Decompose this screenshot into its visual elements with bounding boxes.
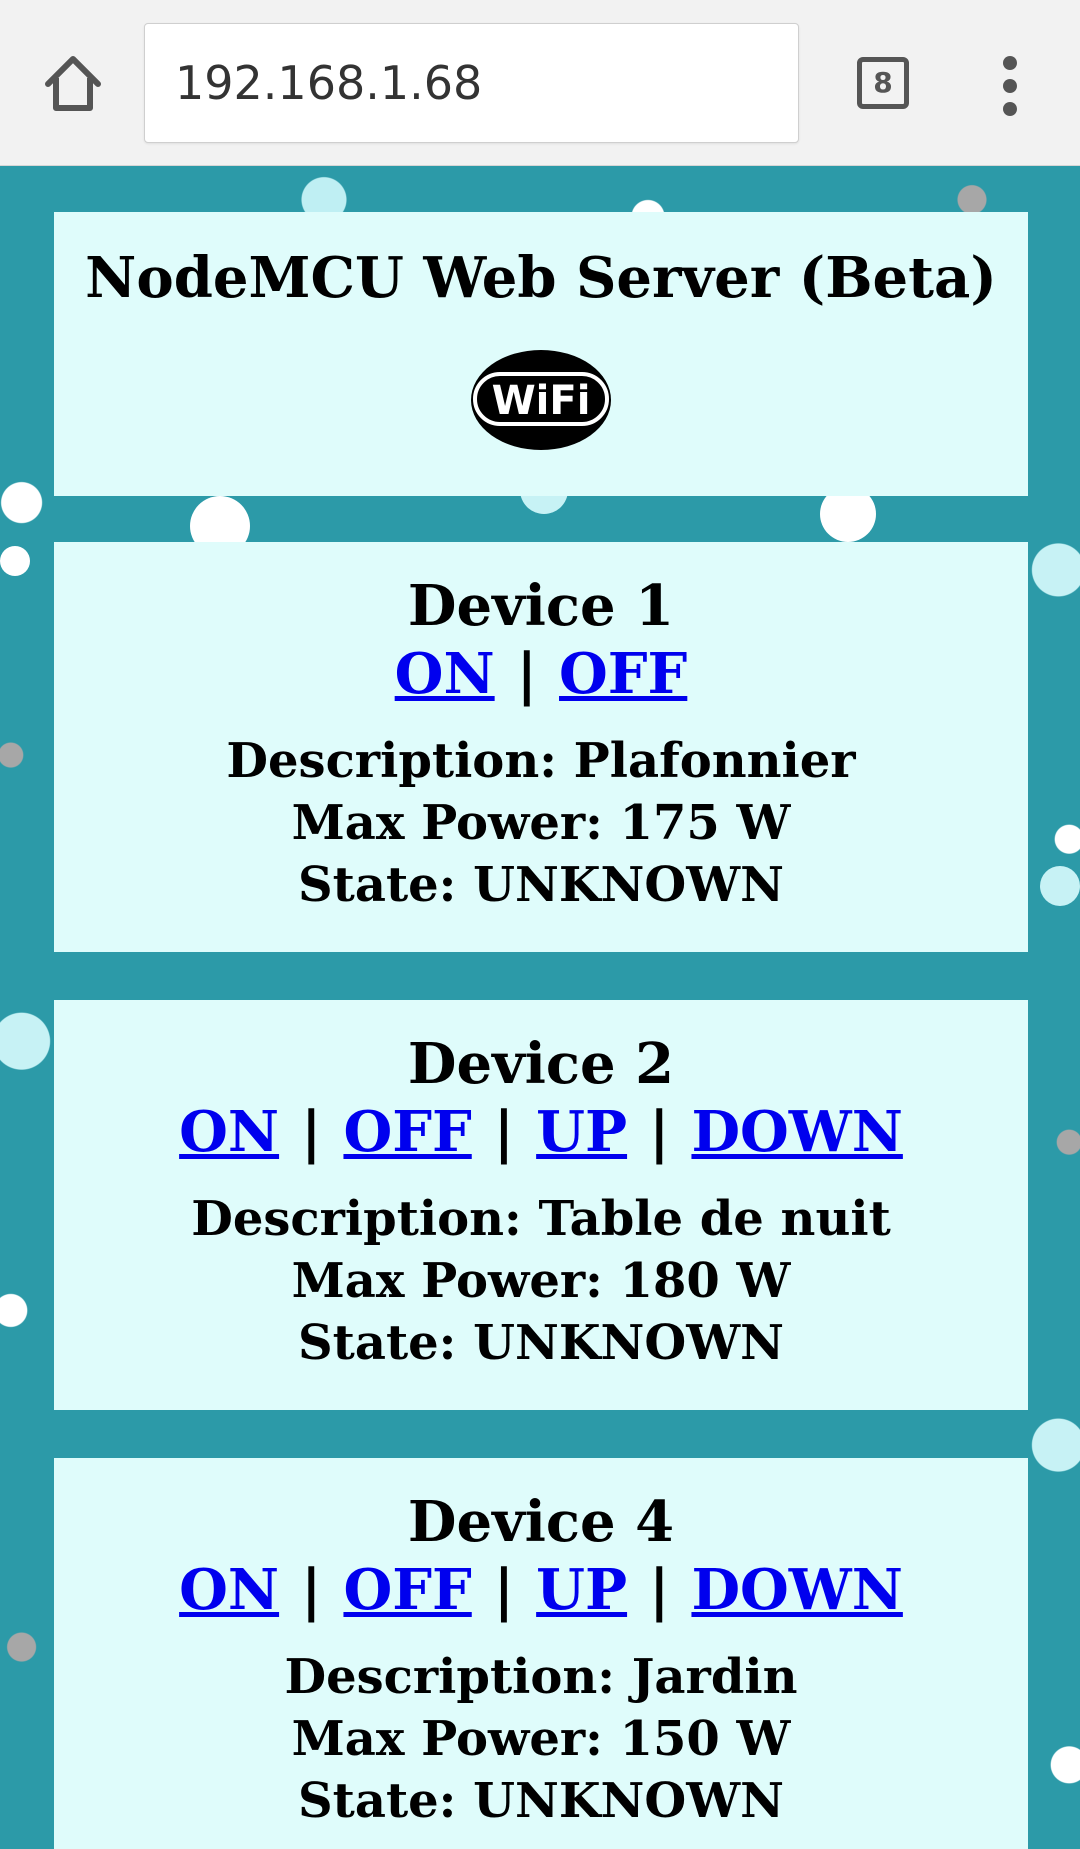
on-link[interactable]: ON — [395, 641, 495, 707]
url-text: 192.168.1.68 — [175, 56, 483, 110]
browser-toolbar: 192.168.1.68 8 — [0, 0, 1080, 166]
device-max-power: Max Power: 180 W — [291, 1253, 791, 1309]
device-description: Description: Plafonnier — [226, 733, 856, 789]
up-link[interactable]: UP — [536, 1099, 627, 1165]
overflow-menu-icon[interactable] — [992, 56, 1032, 116]
wifi-logo-text: WiFi — [492, 378, 591, 424]
control-separator: | — [493, 1099, 515, 1165]
device-name: Device 2 — [407, 1031, 675, 1097]
device-controls: ON | OFF | UP | DOWN — [54, 1556, 1028, 1624]
device-controls: ON | OFF | UP | DOWN — [54, 1098, 1028, 1166]
off-link[interactable]: OFF — [343, 1557, 471, 1623]
control-separator: | — [301, 1099, 322, 1165]
background-dot — [0, 546, 30, 576]
home-icon[interactable] — [40, 50, 106, 116]
tab-switcher-button[interactable]: 8 — [857, 57, 909, 109]
off-link[interactable]: OFF — [343, 1099, 471, 1165]
background-dot — [1040, 866, 1080, 906]
device-controls: ON | OFF — [54, 640, 1028, 708]
address-bar[interactable]: 192.168.1.68 — [144, 23, 799, 143]
header-card: NodeMCU Web Server (Beta) WiFi — [54, 212, 1028, 496]
device-name: Device 1 — [407, 573, 675, 639]
up-link[interactable]: UP — [536, 1557, 627, 1623]
device-state: State: UNKNOWN — [298, 1315, 784, 1371]
control-separator: | — [649, 1557, 670, 1623]
off-link[interactable]: OFF — [559, 641, 687, 707]
on-link[interactable]: ON — [179, 1557, 279, 1623]
device-card: Device 2 ON | OFF | UP | DOWN Description: Tab… — [54, 1000, 1028, 1410]
device-card: Device 4 ON | OFF | UP | DOWN Description: Jar… — [54, 1458, 1028, 1849]
down-link[interactable]: DOWN — [691, 1099, 902, 1165]
control-separator: | — [649, 1099, 670, 1165]
control-separator: | — [301, 1557, 322, 1623]
wifi-icon: WiFi — [54, 348, 1028, 452]
device-name: Device 4 — [407, 1489, 675, 1555]
device-description: Description: Table de nuit — [191, 1191, 891, 1247]
device-card: Device 1 ON | OFF Description: Plafonnier … — [54, 542, 1028, 952]
device-max-power: Max Power: 175 W — [291, 795, 791, 851]
device-state: State: UNKNOWN — [298, 857, 784, 913]
device-max-power: Max Power: 150 W — [291, 1711, 791, 1767]
on-link[interactable]: ON — [179, 1099, 279, 1165]
control-separator: | — [493, 1557, 515, 1623]
down-link[interactable]: DOWN — [691, 1557, 902, 1623]
device-state: State: UNKNOWN — [298, 1773, 784, 1829]
control-separator: | — [516, 641, 538, 707]
page-title: NodeMCU Web Server (Beta) — [85, 245, 997, 311]
device-description: Description: Jardin — [284, 1649, 798, 1705]
